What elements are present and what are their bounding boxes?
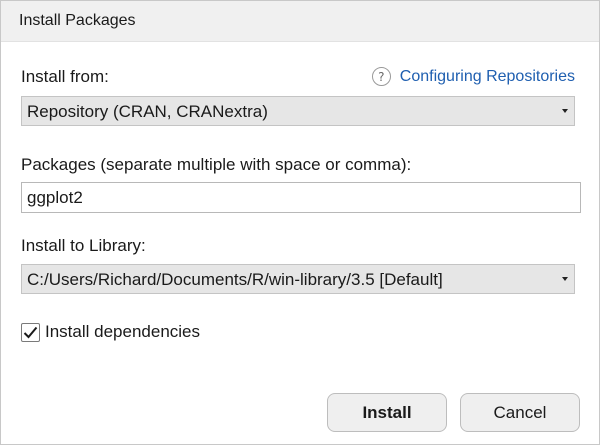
configuring-repositories-link[interactable]: ? Configuring Repositories	[371, 67, 575, 86]
install-packages-dialog: Install Packages Install from: ? Configu…	[0, 0, 600, 445]
dialog-title: Install Packages	[19, 12, 136, 29]
dropdown-arrow-icon	[562, 109, 568, 113]
checkmark-icon	[23, 326, 38, 338]
dialog-titlebar: Install Packages	[1, 1, 599, 42]
cancel-button[interactable]: Cancel	[460, 393, 580, 432]
install-dependencies-label: Install dependencies	[45, 322, 201, 341]
configuring-repositories-label[interactable]: Configuring Repositories	[400, 68, 575, 86]
dropdown-arrow-icon	[562, 277, 568, 281]
install-button[interactable]: Install	[327, 393, 447, 432]
install-from-select[interactable]: Repository (CRAN, CRANextra)	[21, 96, 575, 126]
library-select[interactable]: C:/Users/Richard/Documents/R/win-library…	[21, 264, 575, 294]
library-value: C:/Users/Richard/Documents/R/win-library…	[27, 270, 443, 289]
packages-label: Packages (separate multiple with space o…	[21, 155, 412, 174]
install-from-value: Repository (CRAN, CRANextra)	[27, 102, 268, 121]
question-circle-icon: ?	[371, 67, 391, 86]
install-dependencies-checkbox[interactable]	[21, 322, 40, 342]
install-from-label: Install from:	[21, 67, 109, 86]
packages-input[interactable]	[21, 182, 581, 213]
install-to-library-label: Install to Library:	[21, 236, 146, 255]
install-dependencies-option[interactable]: Install dependencies	[21, 322, 200, 342]
